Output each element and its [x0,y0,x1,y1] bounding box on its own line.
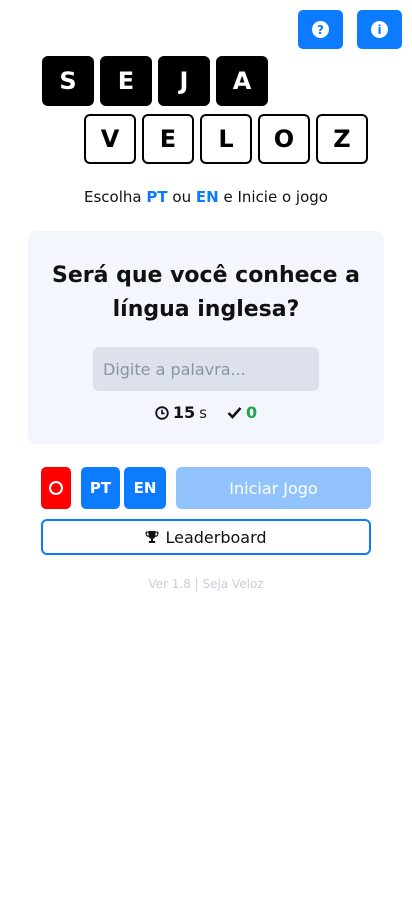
language-en-button[interactable]: EN [124,467,166,509]
record-button[interactable] [41,467,71,509]
instructions-suffix: e Inicie o jogo [223,188,328,206]
logo-tile: O [258,114,310,164]
record-circle-icon [49,481,63,495]
logo-tile: E [100,56,152,106]
logo-tile: A [216,56,268,106]
info-button[interactable]: i [357,10,402,49]
check-icon [227,407,242,419]
logo-tile: S [42,56,94,106]
logo-tile: V [84,114,136,164]
logo-tile: L [200,114,252,164]
instructions-en: EN [195,188,219,206]
game-card: Será que você conhece a língua inglesa? … [28,231,384,444]
score-value: 0 [245,403,258,422]
logo-tile: E [142,114,194,164]
instructions-middle: ou [172,188,192,206]
timer-unit: s [199,403,207,422]
instructions-text: Escolha PT ou EN e Inicie o jogo [0,188,412,206]
version-footer: Ver 1.8 | Seja Veloz [148,577,264,591]
trophy-icon [146,531,159,543]
logo-tile: J [158,56,210,106]
game-stats: 15 s 0 [28,403,384,422]
word-input[interactable] [93,347,319,391]
start-game-button[interactable]: Iniciar Jogo [176,467,371,509]
timer-stat: 15 s [155,403,207,422]
leaderboard-label: Leaderboard [165,527,267,547]
score-stat: 0 [227,403,257,422]
info-circle-icon: i [371,21,388,38]
leaderboard-button[interactable]: Leaderboard [41,519,371,555]
instructions-pt: PT [146,188,168,206]
clock-icon [155,405,169,420]
instructions-prefix: Escolha [84,188,142,206]
logo-tile: Z [316,114,368,164]
language-pt-button[interactable]: PT [81,467,120,509]
question-circle-icon: ? [312,21,329,38]
help-button[interactable]: ? [298,10,343,49]
question-title: Será que você conhece a língua inglesa? [51,263,361,322]
timer-value: 15 [172,403,196,422]
